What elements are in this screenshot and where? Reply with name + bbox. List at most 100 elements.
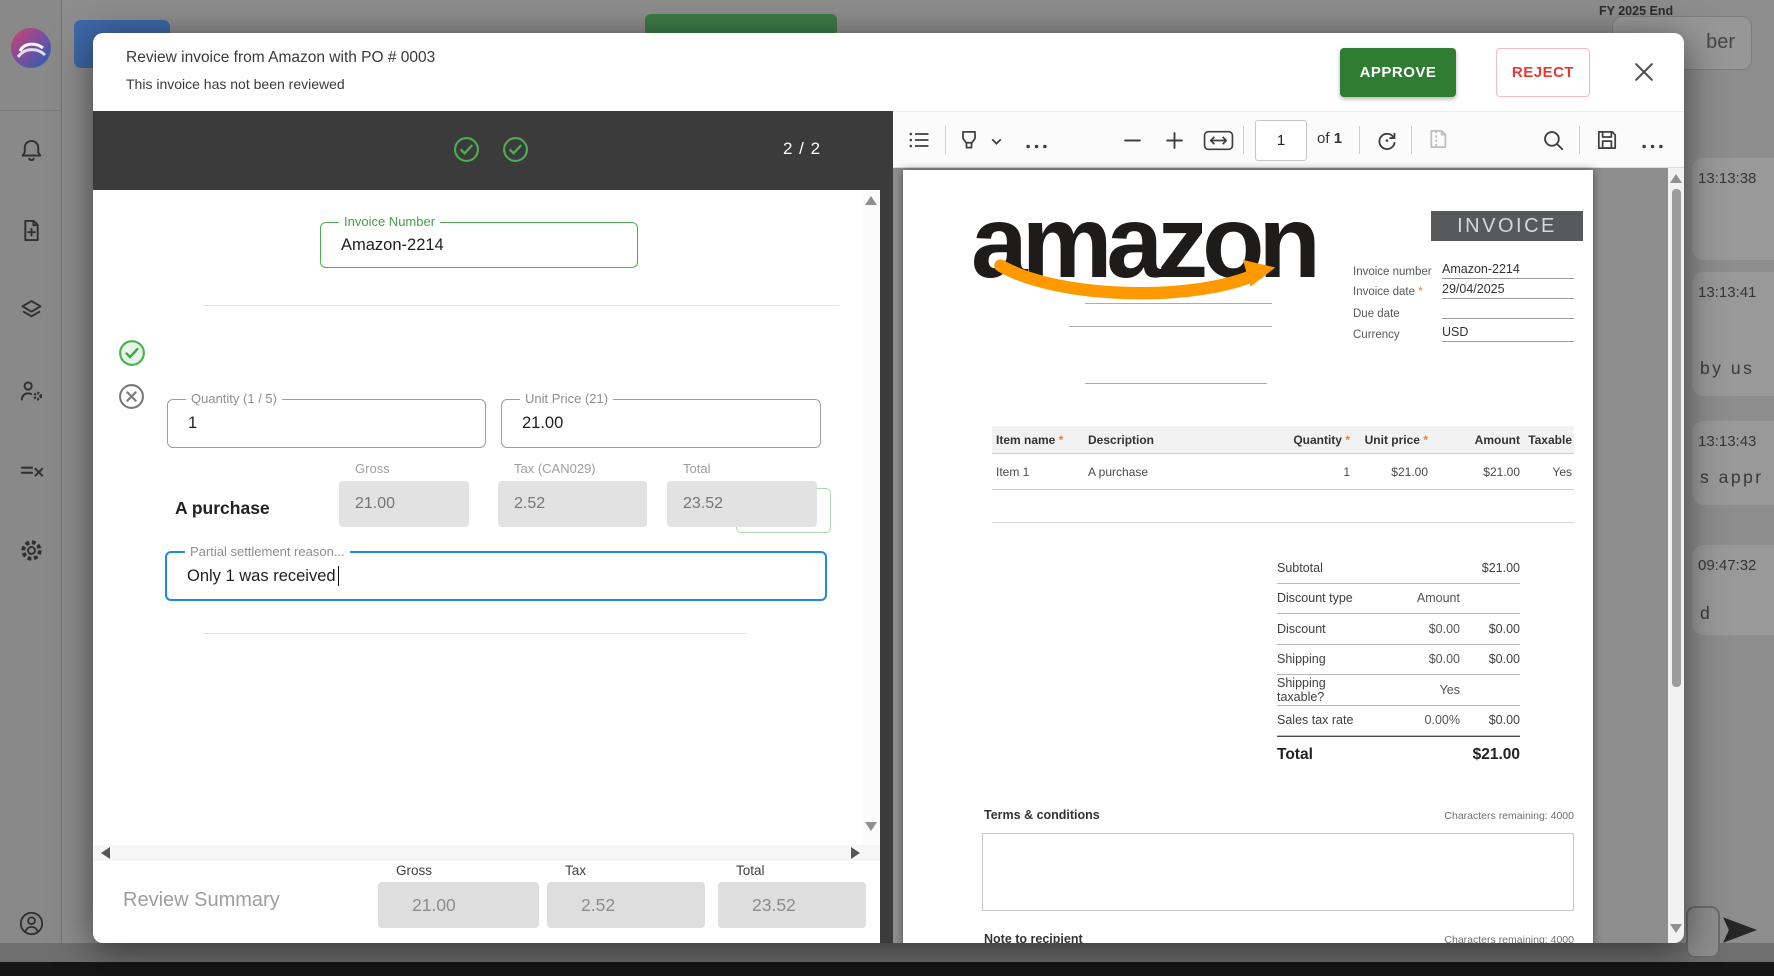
sidebar <box>0 0 62 962</box>
col-quantity: Quantity * <box>1268 433 1350 447</box>
zoom-in-icon[interactable] <box>1165 131 1189 155</box>
quantity-value: 1 <box>188 400 197 447</box>
totals-table: Subtotal$21.00 Discount typeAmount Disco… <box>1277 553 1520 772</box>
table-row: Item 1 A purchase 1 $21.00 $21.00 Yes <box>992 454 1574 490</box>
more-options-ellipsis-icon[interactable] <box>1641 137 1665 161</box>
cell-amount: $21.00 <box>1428 465 1520 479</box>
note-chars-remaining: Characters remaining: 4000 <box>1444 934 1574 943</box>
chat-message-card: 09:47:32 d <box>1692 545 1774 635</box>
scroll-left-icon[interactable] <box>101 847 110 859</box>
new-document-icon[interactable] <box>18 217 45 244</box>
form-page-indicator: 2 / 2 <box>783 139 868 159</box>
chat-timestamp: 13:13:43 <box>1698 433 1756 450</box>
toolbar-separator <box>1411 126 1412 154</box>
summary-tax-label: Tax <box>565 863 586 878</box>
chat-timestamp: 09:47:32 <box>1698 557 1756 574</box>
review-invoice-modal: Review invoice from Amazon with PO # 000… <box>93 33 1684 943</box>
outline-panel-icon[interactable] <box>907 128 931 152</box>
page-count-label: of 1 <box>1317 130 1342 147</box>
scroll-up-icon[interactable] <box>865 196 877 205</box>
chat-timestamp: 13:13:41 <box>1698 284 1756 301</box>
invoice-date-meta-label: Invoice date * <box>1353 286 1423 298</box>
settings-gear-icon[interactable] <box>18 537 45 564</box>
page-number-input[interactable]: 1 <box>1255 120 1307 161</box>
notifications-bell-icon[interactable] <box>18 137 45 164</box>
currency-meta-label: Currency <box>1353 329 1400 341</box>
scrollbar-thumb[interactable] <box>1672 189 1681 687</box>
fit-width-icon[interactable] <box>1203 130 1227 154</box>
panel-divider <box>880 111 893 943</box>
blank-address-line <box>1085 303 1272 304</box>
summary-total-label: Total <box>736 863 765 878</box>
review-summary-title: Review Summary <box>123 889 280 912</box>
app-logo-icon[interactable] <box>11 28 51 68</box>
check-circle-icon <box>453 136 480 163</box>
section-divider <box>204 305 839 306</box>
invoice-number-meta-label: Invoice number <box>1353 266 1432 278</box>
modal-subtitle: This invoice has not been reviewed <box>126 76 345 92</box>
form-horizontal-scrollbar[interactable] <box>93 845 880 861</box>
due-date-meta-label: Due date <box>1353 308 1400 320</box>
toolbar-separator <box>1359 126 1360 154</box>
unit-price-field[interactable]: Unit Price (21) 21.00 <box>501 399 821 448</box>
blank-address-line <box>1085 383 1267 384</box>
note-label: Note to recipient <box>984 932 1083 943</box>
review-summary-bar: Review Summary Gross 21.00 Tax 2.52 Tota… <box>93 861 880 943</box>
terms-textarea[interactable] <box>982 833 1574 911</box>
rotate-page-icon[interactable] <box>1375 128 1399 152</box>
account-profile-icon[interactable] <box>18 910 45 937</box>
chat-snippet: s appr <box>1700 467 1764 488</box>
background-bottom-band <box>0 943 1774 962</box>
cell-description: A purchase <box>1088 465 1268 479</box>
col-item-name: Item name * <box>992 433 1088 447</box>
user-settings-icon[interactable] <box>18 377 45 404</box>
app-root: FY 2025 End ber 13:13:38 13:13:41 by us … <box>0 0 1774 976</box>
col-amount: Amount <box>1428 433 1520 447</box>
pdf-vertical-scrollbar[interactable] <box>1668 168 1684 943</box>
col-taxable: Taxable <box>1520 433 1574 447</box>
cell-item: Item 1 <box>992 465 1088 479</box>
zoom-out-icon[interactable] <box>1123 131 1147 155</box>
invoice-number-meta-value: Amazon-2214 <box>1442 262 1574 279</box>
item-approved-check-icon[interactable] <box>118 339 146 367</box>
layers-icon[interactable] <box>18 296 45 323</box>
chevron-down-icon[interactable] <box>989 134 1013 158</box>
scroll-down-icon[interactable] <box>865 822 877 831</box>
quantity-label: Quantity (1 / 5) <box>186 391 282 406</box>
scroll-right-icon[interactable] <box>851 847 860 859</box>
scroll-up-icon[interactable] <box>1670 174 1682 183</box>
pdf-page: amazon INVOICE Invoice number Amazon-221… <box>903 170 1593 943</box>
reject-button[interactable]: REJECT <box>1496 48 1590 97</box>
text-cursor <box>338 566 340 586</box>
blank-address-line <box>1069 326 1272 327</box>
chat-snippet: d <box>1700 603 1712 624</box>
cell-quantity: 1 <box>1268 465 1350 479</box>
chat-input[interactable] <box>1686 906 1720 958</box>
more-tools-ellipsis-icon[interactable] <box>1025 137 1049 161</box>
toolbar-separator <box>1579 126 1580 154</box>
summary-total-box: 23.52 <box>718 882 866 928</box>
invoice-date-meta-value: 29/04/2025 <box>1442 282 1574 299</box>
task-list-icon[interactable] <box>18 457 45 484</box>
save-download-icon[interactable] <box>1595 128 1619 152</box>
form-vertical-scrollbar[interactable] <box>863 190 880 845</box>
highlighter-tool-icon[interactable] <box>957 128 981 152</box>
line-item-title: A purchase <box>175 498 270 519</box>
partial-reason-field[interactable]: Partial settlement reason... Only 1 was … <box>165 551 827 601</box>
grand-total-row: Total $21.00 <box>1277 736 1520 772</box>
pdf-viewer: amazon INVOICE Invoice number Amazon-221… <box>893 168 1684 943</box>
search-icon[interactable] <box>1541 128 1565 152</box>
close-icon[interactable] <box>1631 59 1657 85</box>
scroll-down-icon[interactable] <box>1670 924 1682 933</box>
item-reject-x-icon[interactable] <box>118 383 145 410</box>
send-icon[interactable] <box>1722 916 1758 944</box>
totals-row: Shipping taxable?Yes <box>1277 675 1520 706</box>
section-divider <box>204 633 747 634</box>
invoice-number-field[interactable]: Invoice Number Amazon-2214 <box>320 222 638 268</box>
gross-label: Gross <box>355 461 390 476</box>
toolbar-separator <box>945 126 946 154</box>
quantity-field[interactable]: Quantity (1 / 5) 1 <box>167 399 486 448</box>
tax-label: Tax (CAN029) <box>514 461 596 476</box>
tax-readonly-box: 2.52 <box>498 481 647 527</box>
approve-button[interactable]: APPROVE <box>1340 48 1456 97</box>
